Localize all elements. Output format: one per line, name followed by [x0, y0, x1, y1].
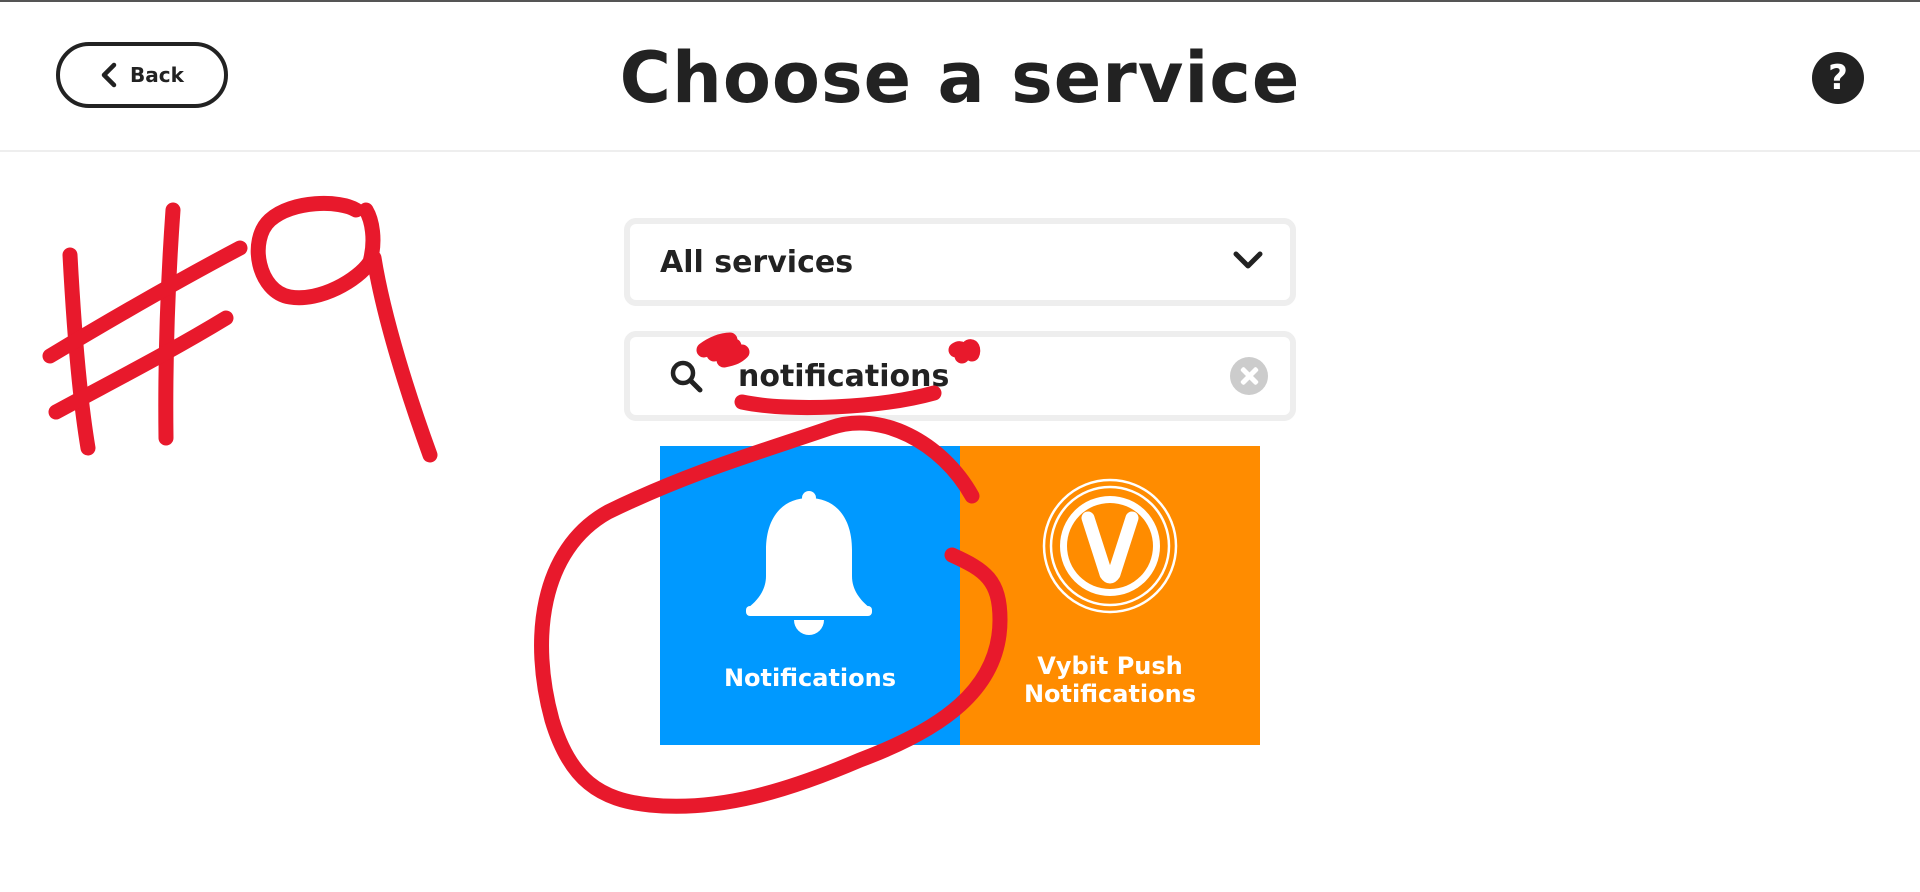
chevron-left-icon — [100, 62, 118, 88]
header: Back Choose a service ? — [0, 2, 1920, 152]
service-name: Vybit Push Notifications — [960, 652, 1260, 708]
search-icon — [670, 360, 703, 393]
chevron-down-icon — [1232, 249, 1264, 275]
vybit-logo-icon — [1042, 478, 1178, 614]
help-button[interactable]: ? — [1812, 52, 1864, 104]
service-name-line-1: Vybit Push — [1037, 652, 1183, 680]
annotation-hash-mark — [62, 247, 96, 456]
page-title: Choose a service — [619, 37, 1301, 119]
search-input[interactable]: notifications — [624, 331, 1296, 421]
back-button[interactable]: Back — [56, 42, 228, 108]
search-value: notifications — [738, 358, 950, 394]
help-icon: ? — [1828, 58, 1848, 98]
service-filter-select[interactable]: All services — [624, 218, 1296, 306]
filter-selected-value: All services — [660, 244, 854, 280]
service-name-line-2: Notifications — [1023, 680, 1197, 708]
bell-icon — [746, 491, 872, 635]
clear-search-icon[interactable] — [1230, 357, 1268, 395]
back-label: Back — [130, 63, 184, 87]
service-tile-vybit-push-notifications[interactable]: Vybit Push Notifications — [960, 446, 1260, 745]
page: Back Choose a service ? All services not… — [0, 0, 1920, 892]
service-name: Notifications — [723, 664, 897, 692]
annotation-nine — [250, 195, 381, 306]
service-tile-notifications[interactable]: Notifications — [660, 446, 960, 745]
